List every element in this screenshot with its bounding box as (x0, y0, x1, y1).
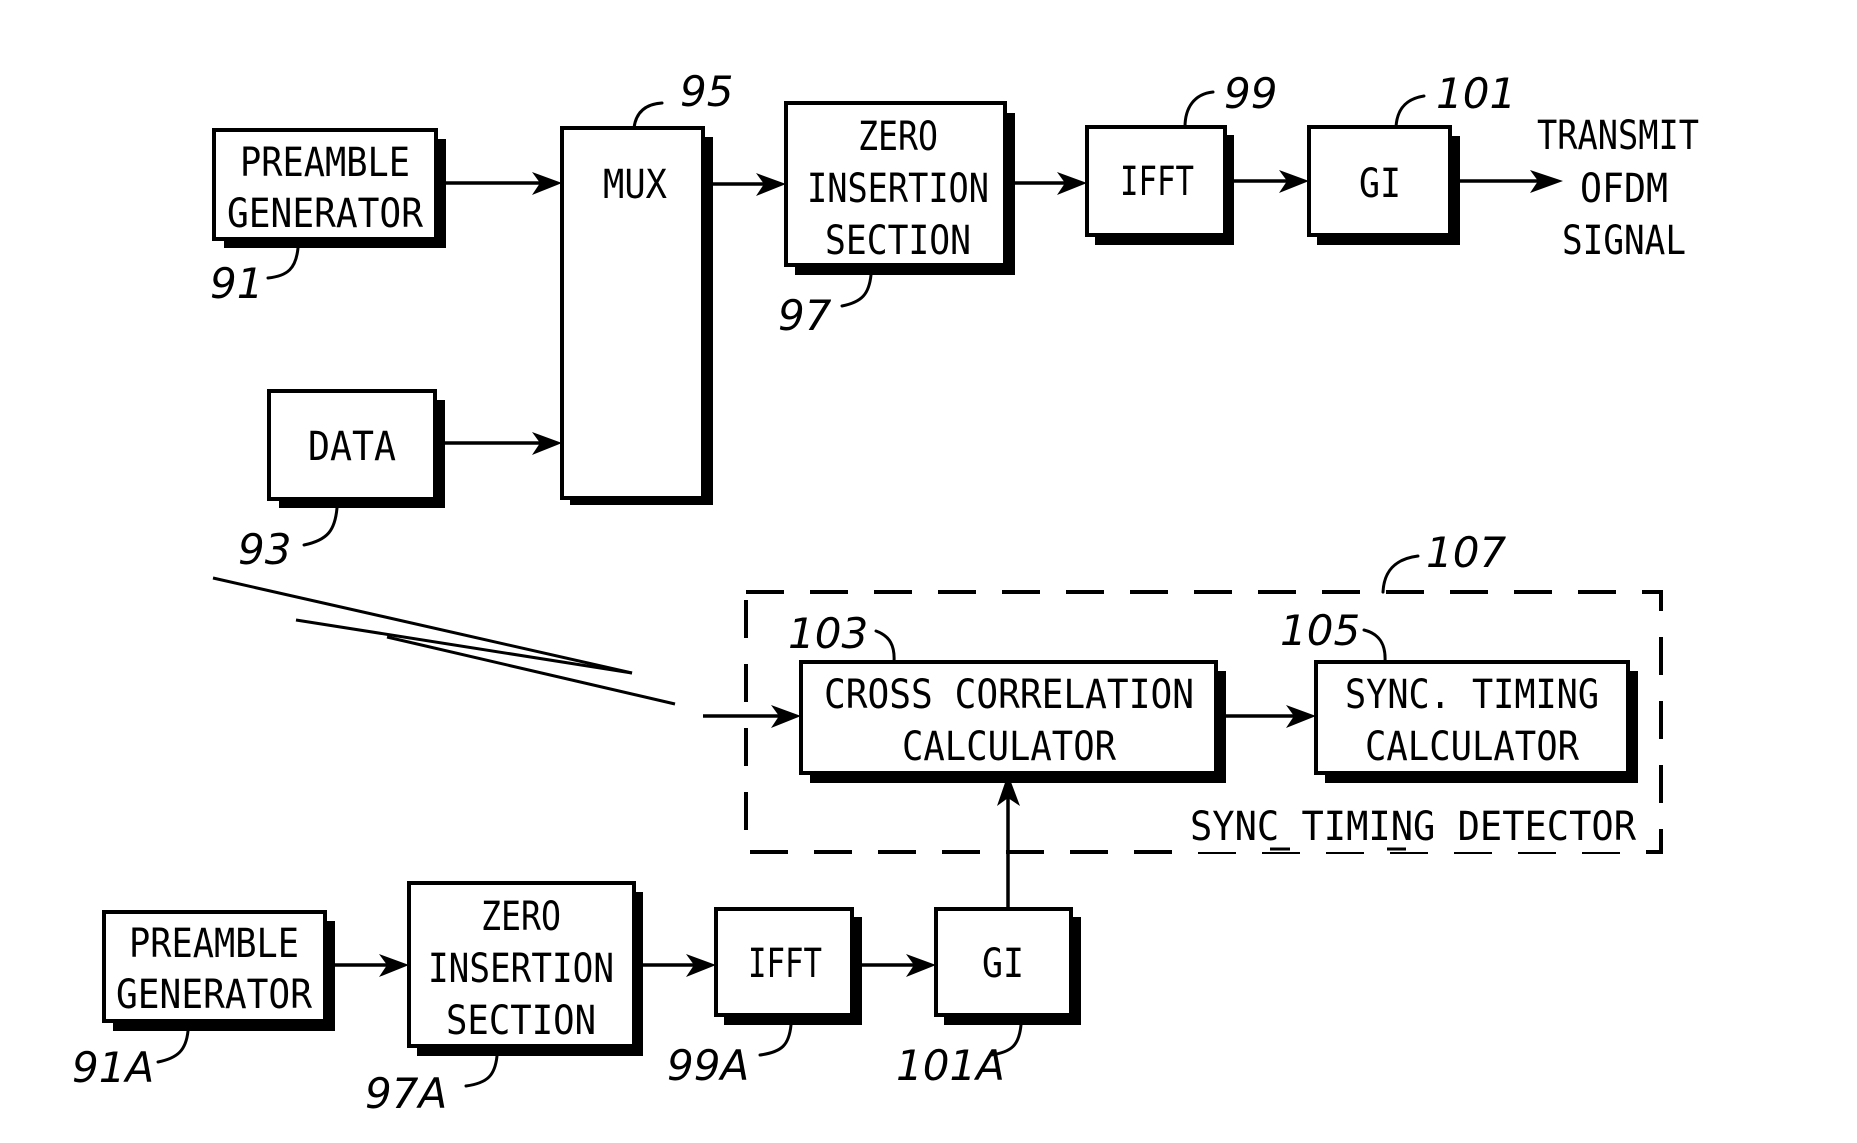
block-label-line: MUX (603, 162, 667, 208)
zero-insertion-block: ZERO INSERTION SECTION (784, 101, 1015, 275)
block-label-line: DATA (308, 424, 396, 470)
block-label-line: ZERO (858, 114, 938, 160)
leader-line (464, 1054, 499, 1088)
cross-correlation-calculator-block: CROSS CORRELATION CALCULATOR (799, 660, 1226, 783)
block-label-line: GENERATOR (116, 972, 313, 1018)
transmit-ofdm-signal-label: TRANSMIT OFDM SIGNAL (1537, 113, 1699, 264)
output-label-line: OFDM (1580, 166, 1668, 212)
reference-numeral: 101A (896, 1041, 1005, 1090)
leader-line (874, 629, 896, 664)
block-label-line: IFFT (748, 941, 822, 987)
block-label-line: CROSS CORRELATION (824, 672, 1194, 718)
leader-line (1394, 94, 1426, 129)
sync-timing-calculator-block: SYNC. TIMING CALCULATOR (1314, 660, 1638, 783)
preamble-generator-block: PREAMBLE GENERATOR (212, 128, 446, 248)
reference-numeral: 105 (1280, 606, 1360, 655)
gi-block: GI (1307, 125, 1460, 245)
output-label-line: SIGNAL (1562, 218, 1686, 264)
reference-numeral: 97A (365, 1069, 447, 1118)
reference-numeral: 99 (1224, 69, 1277, 118)
replica-zero-insertion-block: ZERO INSERTION SECTION (407, 881, 643, 1056)
block-label-line: SYNC. TIMING (1345, 672, 1599, 718)
reference-numeral: 97 (778, 291, 832, 340)
block-label-line: IFFT (1120, 159, 1194, 205)
leader-line (632, 101, 664, 130)
reference-numeral: 107 (1426, 528, 1506, 577)
block-label-line: CALCULATOR (902, 724, 1117, 770)
reference-numeral: 91 (210, 259, 263, 308)
block-label-line: SECTION (446, 998, 596, 1044)
data-block: DATA (267, 389, 445, 508)
reference-numeral: 95 (680, 67, 733, 116)
replica-ifft-block: IFFT (714, 907, 862, 1025)
channel-zigzag-segment (212, 576, 633, 675)
block-label-line: GENERATOR (227, 191, 424, 237)
leader-line (1362, 628, 1387, 664)
mux-block: MUX (560, 126, 713, 505)
replica-preamble-generator-block: PREAMBLE GENERATOR (102, 910, 335, 1031)
block-label-line: ZERO (481, 894, 561, 940)
channel-zigzag-segment (386, 635, 676, 706)
leader-line (840, 273, 873, 308)
block-label-line: SECTION (825, 218, 971, 264)
reference-numeral: 101 (1436, 69, 1516, 118)
reference-numeral: 91A (72, 1043, 154, 1092)
block-label-line: GI (982, 941, 1024, 987)
leader-line (156, 1029, 190, 1064)
ifft-block: IFFT (1085, 125, 1234, 245)
reference-numeral: 99A (667, 1041, 749, 1090)
replica-gi-block: GI (934, 907, 1081, 1025)
reference-numeral: 103 (788, 609, 868, 658)
leader-line (1183, 90, 1215, 129)
block-label-line: CALCULATOR (1365, 724, 1580, 770)
leader-line (1381, 554, 1420, 594)
leader-line (266, 246, 300, 280)
block-label-line: GI (1359, 161, 1401, 207)
channel-zigzag-segment (295, 618, 633, 675)
block-label-line: PREAMBLE (129, 921, 299, 967)
wireless-channel-symbol (212, 576, 676, 706)
output-label-line: TRANSMIT (1537, 113, 1699, 159)
reference-numeral: 93 (238, 525, 291, 574)
ofdm-sync-block-diagram: PREAMBLE GENERATOR 91 DATA 93 MUX 95 ZER… (72, 67, 1699, 1118)
block-label-line: INSERTION (807, 166, 989, 212)
leader-line (758, 1023, 793, 1057)
detector-caption: SYNC TIMING DETECTOR (1190, 804, 1637, 850)
block-label-line: INSERTION (428, 946, 614, 992)
block-label-line: PREAMBLE (240, 140, 410, 186)
leader-line (302, 506, 339, 547)
